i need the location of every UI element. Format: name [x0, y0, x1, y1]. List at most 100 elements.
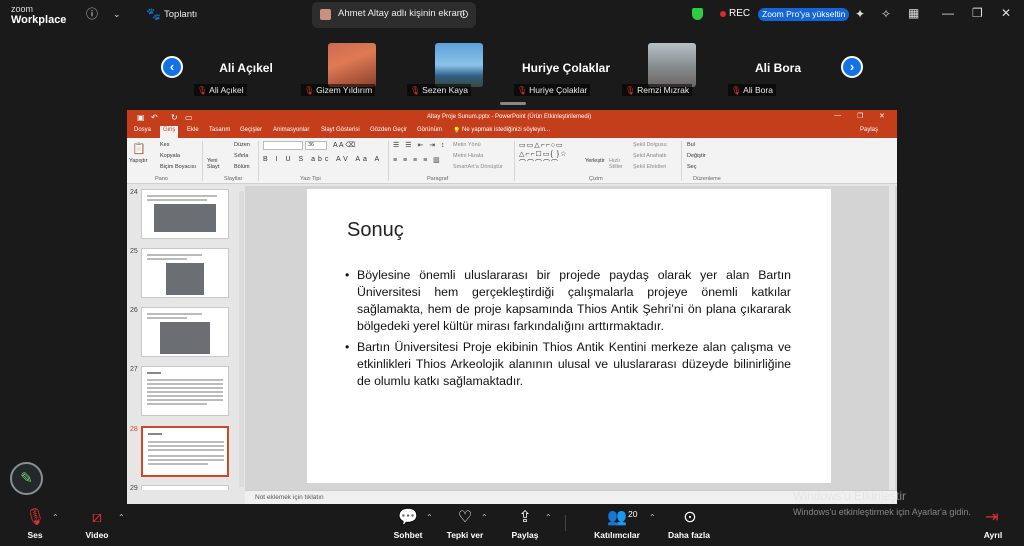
restore-icon[interactable]: ❐: [972, 6, 983, 20]
list-buttons[interactable]: ☰ ☰ ⇤ ⇥ ↕: [393, 141, 447, 149]
tell-me-input[interactable]: Ne yapmak istediğinizi söyleyin...: [462, 127, 550, 133]
section-button[interactable]: Bölüm: [234, 164, 250, 170]
title-bar: zoom Workplace ⓘ ⌄ 🐾 Toplantı Ahmet Alta…: [0, 0, 1024, 30]
select-button[interactable]: Seç: [687, 164, 696, 170]
cut-button[interactable]: Kes: [160, 142, 169, 148]
paste-button[interactable]: Yapıştır: [129, 158, 148, 164]
font-name-input[interactable]: [263, 141, 303, 150]
ppt-close-icon[interactable]: ✕: [879, 112, 885, 120]
participant-video[interactable]: [435, 43, 483, 87]
editor-scrollbar[interactable]: [889, 186, 895, 490]
layout-button[interactable]: Düzen: [234, 142, 250, 148]
chat-options-chevron[interactable]: ⌃: [426, 513, 433, 522]
slide-thumbnail[interactable]: [141, 307, 229, 357]
tab-file[interactable]: Dosya: [134, 127, 151, 133]
leave-icon[interactable]: ⇥: [982, 509, 1002, 527]
font-size-controls[interactable]: A A ⌫: [333, 141, 355, 149]
tab-home[interactable]: Giriş: [160, 126, 179, 138]
meeting-tab[interactable]: Toplantı: [164, 9, 197, 20]
font-size-input[interactable]: 36: [305, 141, 327, 150]
ppt-window-title: Altay Proje Sunum.pptx - PowerPoint (Ürü…: [427, 114, 592, 120]
next-page-button[interactable]: ›: [841, 56, 863, 78]
video-off-icon[interactable]: ⧄: [86, 509, 108, 527]
view-grid-icon[interactable]: ▦: [908, 6, 919, 20]
chat-button-label[interactable]: Sohbet: [390, 530, 426, 540]
participants-button-label[interactable]: Katılımcılar: [594, 530, 640, 540]
mic-muted-icon[interactable]: 🎙: [25, 509, 45, 527]
new-slide-button[interactable]: Yeni Slayt: [207, 158, 227, 170]
tab-transitions[interactable]: Geçişler: [240, 127, 262, 133]
shape-outline-button[interactable]: Şekil Anahattı: [633, 153, 667, 159]
audio-button-label[interactable]: Ses: [20, 530, 50, 540]
reset-button[interactable]: Sıfırla: [234, 153, 248, 159]
strip-resize-handle[interactable]: [500, 102, 526, 105]
more-button-label[interactable]: Daha fazla: [666, 530, 712, 540]
ppt-restore-icon[interactable]: ❐: [857, 112, 863, 120]
prev-page-button[interactable]: ‹: [161, 56, 183, 78]
more-options-icon[interactable]: ⊙: [459, 7, 469, 21]
share-button-label[interactable]: Paylaş: [507, 530, 543, 540]
ppt-minimize-icon[interactable]: —: [834, 112, 841, 119]
slide-canvas[interactable]: Sonuç • Böylesine önemli uluslararası bir…: [307, 189, 831, 483]
copy-button[interactable]: Kopyala: [160, 153, 180, 159]
chevron-down-icon[interactable]: ⌄: [113, 7, 121, 21]
more-icon[interactable]: ⊙: [680, 509, 700, 527]
separator: [388, 141, 389, 181]
share-screen-icon[interactable]: ⇪: [515, 509, 535, 527]
tab-view[interactable]: Görünüm: [417, 127, 442, 133]
ppt-share-button[interactable]: Paylaş: [860, 127, 878, 133]
smartart-button[interactable]: SmartArt'a Dönüştür: [453, 164, 503, 170]
participant-video[interactable]: [648, 43, 696, 87]
tab-animations[interactable]: Animasyonlar: [273, 127, 309, 133]
video-button-label[interactable]: Video: [80, 530, 114, 540]
slide-thumbnail[interactable]: [141, 248, 229, 298]
slide-thumbnail[interactable]: [141, 189, 229, 239]
thumbnail-scrollbar[interactable]: [239, 191, 244, 487]
presenter-avatar: [320, 9, 331, 20]
slide-thumbnail-selected[interactable]: [141, 426, 229, 477]
format-painter-button[interactable]: Biçim Boyacısı: [160, 164, 196, 170]
slide-thumbnail[interactable]: [141, 366, 229, 416]
start-slideshow-icon[interactable]: ▭: [185, 113, 193, 122]
video-options-chevron[interactable]: ⌃: [118, 513, 125, 522]
text-direction-button[interactable]: Metin Yönü: [453, 142, 481, 148]
paste-icon[interactable]: 📋: [132, 142, 146, 155]
align-text-button[interactable]: Metni Hizala: [453, 153, 483, 159]
slide-thumbnail[interactable]: [141, 485, 229, 490]
chat-icon[interactable]: 💬: [398, 509, 418, 527]
replace-button[interactable]: Değiştir: [687, 153, 706, 159]
tab-review[interactable]: Gözden Geçir: [370, 127, 407, 133]
react-button-label[interactable]: Tepki ver: [442, 530, 488, 540]
share-options-chevron[interactable]: ⌃: [545, 513, 552, 522]
upgrade-button[interactable]: Zoom Pro'ya yükseltin: [758, 8, 850, 21]
redo-icon[interactable]: ↻: [171, 113, 178, 122]
shapes-gallery[interactable]: ▭▭△⌐⌐○▭ △⌐⌐☐▭{ }☆ ⌒⌒⌒⌒⌒: [519, 141, 581, 168]
participants-icon[interactable]: 👥: [607, 509, 627, 527]
participant-video[interactable]: [328, 43, 376, 87]
shape-effects-button[interactable]: Şekil Efektleri: [633, 164, 666, 170]
heart-icon[interactable]: ♡: [455, 509, 475, 527]
annotate-pen-button[interactable]: ✎: [10, 462, 43, 495]
arrange-button[interactable]: Yerleştir: [585, 158, 605, 164]
save-icon[interactable]: ▣: [137, 113, 145, 122]
react-options-chevron[interactable]: ⌃: [481, 513, 488, 522]
align-buttons[interactable]: ≡ ≡ ≡ ≡ ▥: [393, 156, 442, 164]
tab-insert[interactable]: Ekle: [187, 127, 199, 133]
mic-muted-icon: 🎙: [304, 86, 315, 95]
ai-icon[interactable]: ✧: [881, 7, 891, 21]
sparkle-icon[interactable]: ✦: [855, 7, 865, 21]
font-format-buttons[interactable]: B I U S abc AV Aa A: [263, 156, 382, 163]
undo-icon[interactable]: ↶: [151, 113, 158, 122]
shape-fill-button[interactable]: Şekil Dolgusu: [633, 142, 667, 148]
close-icon[interactable]: ✕: [1001, 6, 1011, 20]
tab-slideshow[interactable]: Slayt Gösterisi: [321, 127, 360, 133]
leave-button-label[interactable]: Ayrıl: [978, 530, 1008, 540]
find-button[interactable]: Bul: [687, 142, 695, 148]
shield-icon[interactable]: [692, 8, 703, 20]
tab-design[interactable]: Tasarım: [209, 127, 230, 133]
participants-options-chevron[interactable]: ⌃: [649, 513, 656, 522]
quick-styles-button[interactable]: Hızlı Stiller: [609, 158, 625, 170]
info-icon[interactable]: ⓘ: [86, 7, 98, 21]
audio-options-chevron[interactable]: ⌃: [52, 513, 59, 522]
minimize-icon[interactable]: —: [942, 6, 954, 20]
